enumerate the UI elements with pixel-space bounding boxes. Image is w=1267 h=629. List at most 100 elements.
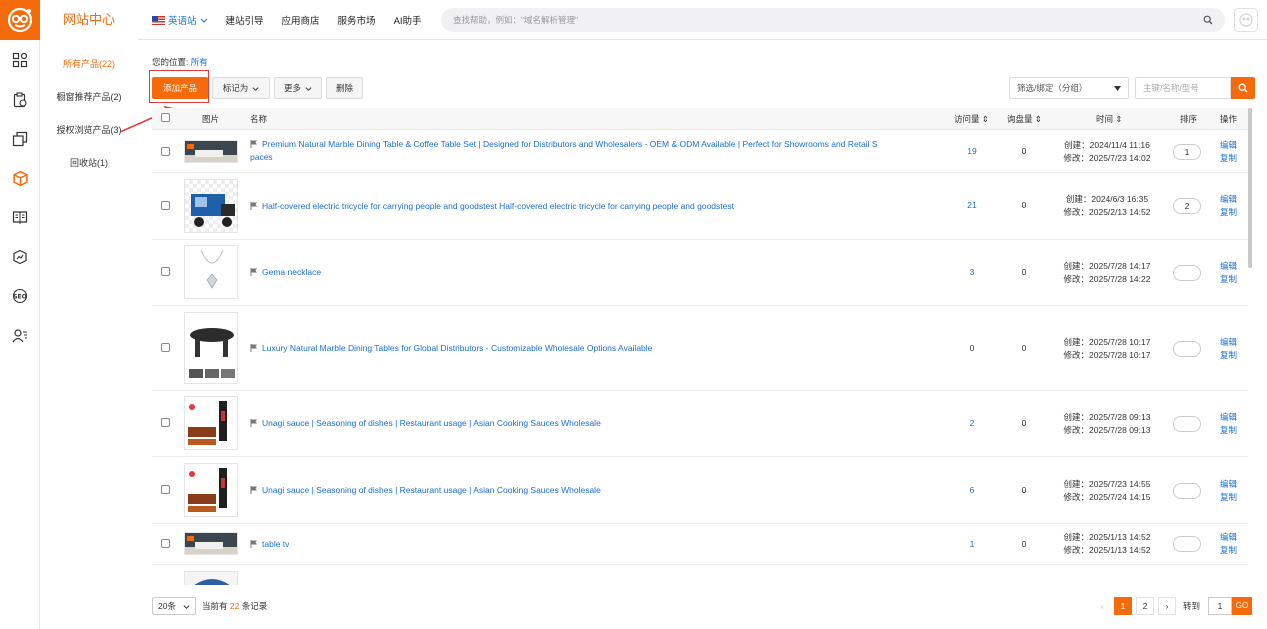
table-row[interactable]: Unagi sauce | Seasoning of dishes | Rest… [152, 391, 1248, 457]
product-thumbnail[interactable] [184, 532, 238, 555]
visits-count[interactable]: 19 [952, 146, 992, 156]
help-search-input[interactable]: 查找帮助，例如："域名解析管理" [441, 8, 1225, 32]
product-thumbnail[interactable] [184, 179, 238, 233]
breadcrumb-link[interactable]: 所有 [191, 57, 208, 67]
nav-site-guide[interactable]: 建站引导 [226, 13, 264, 27]
language-switch[interactable]: 英语站 [152, 13, 208, 27]
subnav-all-products[interactable]: 所有产品(22) [40, 57, 138, 70]
product-thumbnail[interactable] [184, 396, 238, 450]
row-checkbox[interactable] [161, 485, 170, 494]
nav-service-market[interactable]: 服务市场 [338, 13, 376, 27]
table-row[interactable]: Half-covered electric tricycle for carry… [152, 173, 1248, 240]
product-name-link[interactable]: table tv [250, 538, 940, 551]
sort-input[interactable] [1173, 483, 1201, 499]
keyword-search-input[interactable]: 主键/名称/型号 [1135, 77, 1231, 99]
visits-count[interactable]: 3 [952, 267, 992, 277]
mark-as-button[interactable]: 标记为 [212, 77, 270, 99]
page-size-select[interactable]: 20条 [152, 597, 196, 615]
product-name-link[interactable]: Unagi sauce | Seasoning of dishes | Rest… [250, 417, 940, 430]
copy-link[interactable]: 复制 [1220, 207, 1237, 217]
sort-input[interactable] [1173, 536, 1201, 552]
header-visits[interactable]: 访问量 ⇕ [954, 108, 989, 130]
product-thumbnail[interactable] [184, 245, 238, 299]
seo-icon[interactable]: SEO [10, 286, 30, 306]
next-page-button[interactable]: › [1158, 597, 1176, 615]
clipboard-icon[interactable] [10, 90, 30, 110]
row-checkbox[interactable] [161, 418, 170, 427]
row-checkbox[interactable] [161, 147, 170, 156]
product-name-link[interactable]: Premium Natural Marble Dining Table & Co… [250, 138, 940, 164]
sort-input[interactable] [1173, 341, 1201, 357]
copy-link[interactable]: 复制 [1220, 545, 1237, 555]
table-row[interactable] [152, 565, 1248, 585]
sort-input[interactable]: 1 [1173, 144, 1201, 160]
time-cell: 创建：2025/7/28 10:17 修改：2025/7/28 10:17 [1052, 336, 1162, 362]
copy-link[interactable]: 复制 [1220, 153, 1237, 163]
product-cube-icon[interactable] [10, 168, 30, 188]
nav-app-store[interactable]: 应用商店 [282, 13, 320, 27]
page-2-button[interactable]: 2 [1136, 597, 1154, 615]
product-thumbnail[interactable] [184, 312, 238, 384]
header-time[interactable]: 时间 ⇕ [1096, 108, 1123, 130]
edit-link[interactable]: 编辑 [1220, 532, 1237, 542]
sort-input[interactable]: 2 [1173, 198, 1201, 214]
edit-link[interactable]: 编辑 [1220, 412, 1237, 422]
search-icon[interactable] [1203, 15, 1213, 25]
site-center-title[interactable]: 网站中心 [40, 0, 138, 40]
edit-link[interactable]: 编辑 [1220, 261, 1237, 271]
table-scrollbar[interactable] [1248, 108, 1252, 268]
table-row[interactable]: table tv 1 0 创建：2025/1/13 14:52 修改：2025/1… [152, 524, 1248, 565]
header-inquiries[interactable]: 询盘量 ⇕ [1007, 108, 1042, 130]
edit-link[interactable]: 编辑 [1220, 337, 1237, 347]
copy-link[interactable]: 复制 [1220, 274, 1237, 284]
prev-page-button[interactable]: ‹ [1093, 597, 1111, 615]
goto-button[interactable]: GO [1232, 597, 1252, 615]
select-all-checkbox[interactable] [161, 113, 170, 122]
sort-input[interactable] [1173, 416, 1201, 432]
book-icon[interactable] [10, 207, 30, 227]
subnav-recycle-bin[interactable]: 回收站(1) [40, 156, 138, 169]
filter-group-select[interactable]: 筛选/绑定（分组） [1009, 77, 1129, 99]
chart-icon[interactable] [10, 247, 30, 267]
row-checkbox[interactable] [161, 201, 170, 210]
visits-count[interactable]: 2 [952, 418, 992, 428]
edit-link[interactable]: 编辑 [1220, 140, 1237, 150]
product-name-link[interactable]: Gema necklace [250, 266, 940, 279]
row-checkbox[interactable] [161, 539, 170, 548]
page-1-button[interactable]: 1 [1114, 597, 1132, 615]
brand-logo[interactable] [0, 0, 40, 40]
edit-link[interactable]: 编辑 [1220, 194, 1237, 204]
time-cell: 创建：2024/11/4 11:16 修改：2025/7/23 14:02 [1052, 139, 1162, 165]
dashboard-icon[interactable] [10, 50, 30, 70]
copy-link[interactable]: 复制 [1220, 492, 1237, 502]
row-checkbox[interactable] [161, 343, 170, 352]
main-content: 您的位置: 所有 添加产品 标记为 更多 删除 筛选/绑定（分组） 主键/名称/… [119, 40, 1267, 629]
product-thumbnail[interactable] [184, 140, 238, 163]
product-thumbnail[interactable] [184, 571, 238, 585]
edit-link[interactable]: 编辑 [1220, 479, 1237, 489]
copy-link[interactable]: 复制 [1220, 425, 1237, 435]
nav-ai-assistant[interactable]: AI助手 [394, 13, 422, 27]
table-row[interactable]: Gema necklace 3 0 创建：2025/7/28 14:17 修改：2… [152, 240, 1248, 306]
goto-page-input[interactable]: 1 [1208, 597, 1232, 615]
keyword-search-button[interactable] [1231, 77, 1255, 99]
table-row[interactable]: Premium Natural Marble Dining Table & Co… [152, 130, 1248, 173]
sort-input[interactable] [1173, 265, 1201, 281]
visits-count[interactable]: 21 [952, 200, 992, 210]
users-icon[interactable] [10, 326, 30, 346]
more-button[interactable]: 更多 [274, 77, 322, 99]
table-row[interactable]: Luxury Natural Marble Dining Tables for … [152, 306, 1248, 391]
delete-button[interactable]: 删除 [326, 77, 363, 99]
user-avatar[interactable] [1234, 8, 1258, 32]
created-time: 创建：2025/7/28 09:13 [1063, 412, 1151, 422]
visits-count[interactable]: 1 [952, 539, 992, 549]
row-checkbox[interactable] [161, 267, 170, 276]
copy-link[interactable]: 复制 [1220, 350, 1237, 360]
visits-count[interactable]: 6 [952, 485, 992, 495]
product-name-link[interactable]: Luxury Natural Marble Dining Tables for … [250, 342, 940, 355]
product-name-link[interactable]: Unagi sauce | Seasoning of dishes | Rest… [250, 484, 940, 497]
table-row[interactable]: Unagi sauce | Seasoning of dishes | Rest… [152, 457, 1248, 524]
pages-icon[interactable] [10, 129, 30, 149]
product-name-link[interactable]: Half-covered electric tricycle for carry… [250, 200, 940, 213]
product-thumbnail[interactable] [184, 463, 238, 517]
